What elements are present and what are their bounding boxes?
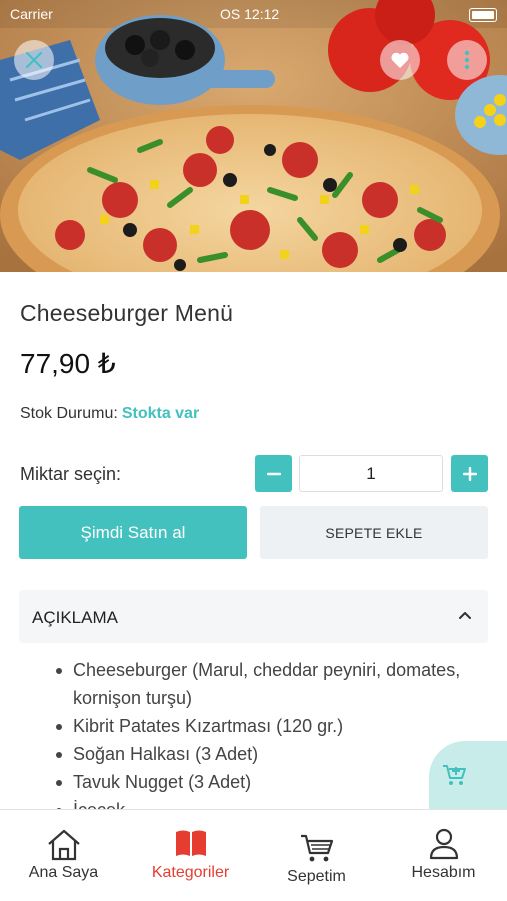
status-bar: Carrier OS 12:12 (0, 0, 507, 28)
bottom-tab-bar: Ana Saya Kategoriler Sepetim Hesabım (0, 809, 507, 901)
product-title: Cheeseburger Menü (20, 300, 234, 326)
minus-icon (266, 472, 281, 475)
stock-value: Stokta var (121, 405, 200, 422)
list-item: Cheeseburger (Marul, cheddar peyniri, do… (56, 656, 483, 712)
floating-add-to-cart-button[interactable] (429, 741, 507, 809)
quantity-decrease-button[interactable] (255, 455, 292, 492)
list-item: Tavuk Nugget (3 Adet) (56, 768, 483, 796)
heart-icon (391, 52, 409, 68)
description-header-label: AÇIKLAMA (32, 608, 118, 627)
add-to-cart-button[interactable]: SEPETE EKLE (260, 506, 488, 559)
tab-categories[interactable]: Kategoriler (127, 810, 254, 901)
home-icon (47, 829, 80, 861)
description-accordion-header[interactable]: AÇIKLAMA (19, 590, 488, 643)
clock: OS 12:12 (220, 6, 280, 22)
book-icon (175, 830, 206, 856)
product-image (0, 0, 507, 272)
battery-icon (469, 8, 497, 22)
more-button[interactable] (447, 40, 487, 80)
quantity-input[interactable]: 1 (299, 455, 443, 492)
plus-icon (462, 466, 477, 481)
quantity-label: Miktar seçin: (20, 464, 122, 484)
tab-cart[interactable]: Sepetim (253, 810, 380, 901)
tab-label: Ana Saya (28, 864, 99, 881)
list-item: Soğan Halkası (3 Adet) (56, 740, 483, 768)
quantity-increase-button[interactable] (451, 455, 488, 492)
stock-label: Stok Durumu: (20, 405, 118, 422)
cart-plus-icon (443, 765, 466, 785)
tab-account[interactable]: Hesabım (380, 810, 507, 901)
product-price: 77,90 ₺ (20, 348, 116, 379)
buy-now-button[interactable]: Şimdi Satın al (19, 506, 247, 559)
tab-label: Kategoriler (151, 864, 230, 881)
list-item: Kibrit Patates Kızartması (120 gr.) (56, 712, 483, 740)
user-icon (429, 828, 458, 860)
close-icon (25, 51, 43, 69)
list-item: İçecek (56, 796, 483, 809)
cart-icon (300, 834, 333, 862)
close-button[interactable] (14, 40, 54, 80)
favorite-button[interactable] (380, 40, 420, 80)
tab-label: Sepetim (287, 868, 346, 885)
tab-label: Hesabım (411, 864, 476, 881)
tab-home[interactable]: Ana Saya (0, 810, 127, 901)
more-vertical-icon (464, 50, 470, 70)
stock-status: Stok Durumu: Stokta var (20, 405, 199, 423)
chevron-up-icon (459, 612, 471, 619)
carrier-label: Carrier (10, 6, 53, 22)
